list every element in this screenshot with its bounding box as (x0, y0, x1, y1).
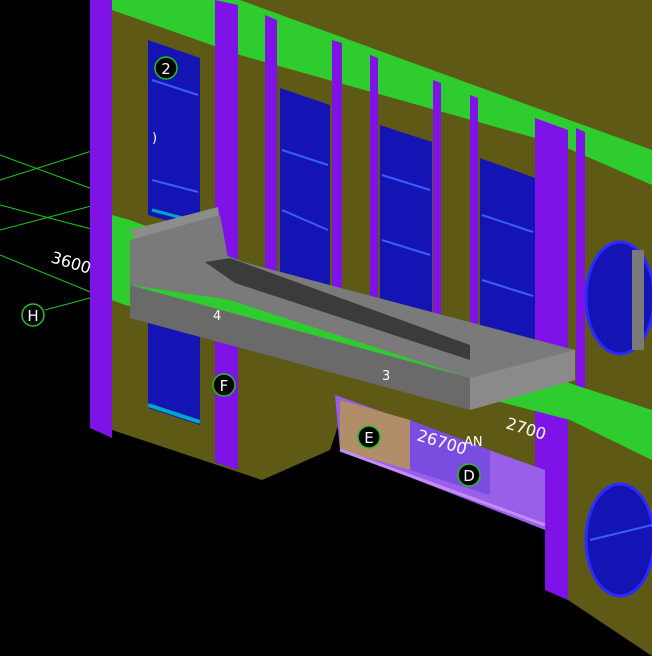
dimension-3600[interactable]: 3600 (49, 248, 93, 278)
window-left-lower[interactable] (147, 320, 201, 425)
grid-bubble-2[interactable]: 2 (154, 56, 178, 80)
fragment-an: AN (464, 435, 483, 450)
grid-bubble-H[interactable]: H (21, 303, 45, 327)
grid-bubble-D-label: D (463, 467, 475, 485)
grid-bubble-E[interactable]: E (357, 425, 381, 449)
round-window-upper[interactable] (584, 240, 652, 356)
grid-bubble-D[interactable]: D (457, 463, 481, 487)
fragment-3: 3 (382, 369, 390, 384)
grid-bubble-F-label: F (220, 377, 229, 395)
model-viewport[interactable]: 3600 26700 2700 ) 4 3 AN 2 H F E D (0, 0, 652, 656)
grid-bubble-F[interactable]: F (212, 373, 236, 397)
grid-bubble-2-label: 2 (161, 60, 171, 78)
fragment-paren: ) (152, 131, 157, 146)
grid-bubble-H-label: H (27, 307, 38, 325)
round-window-lower[interactable] (584, 482, 652, 598)
grid-bubble-E-label: E (364, 429, 373, 447)
fragment-4: 4 (213, 309, 221, 324)
